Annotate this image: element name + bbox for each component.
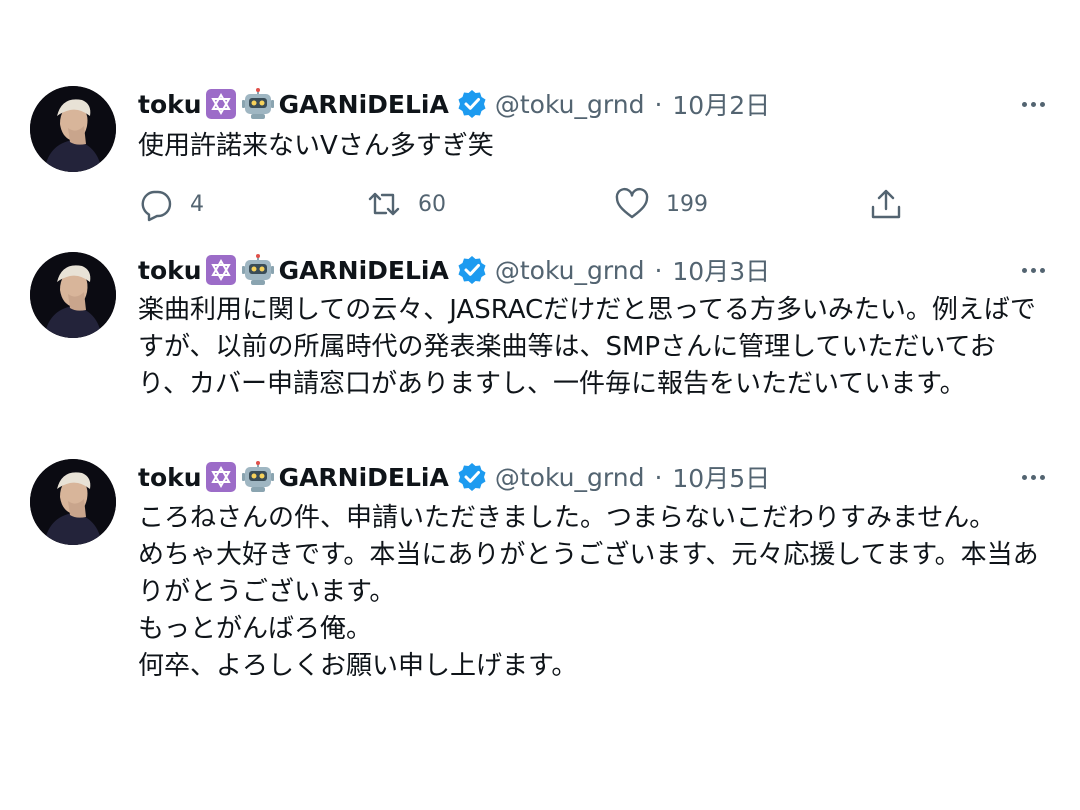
avatar[interactable] (30, 86, 116, 172)
avatar[interactable] (30, 252, 116, 338)
share-button[interactable] (868, 184, 920, 224)
robot-icon (241, 254, 275, 286)
more-options-icon[interactable] (1016, 253, 1050, 287)
tweet-header: toku GARNiDELiA @toku_grnd · 10月2日 (138, 84, 770, 124)
tweet-date[interactable]: 10月2日 (672, 86, 770, 122)
tweet-date[interactable]: 10月3日 (672, 252, 770, 288)
author-brand[interactable]: GARNiDELiA (279, 256, 449, 285)
like-count: 199 (666, 191, 708, 217)
author-handle[interactable]: @toku_grnd (495, 463, 645, 492)
author-handle[interactable]: @toku_grnd (495, 256, 645, 285)
star-of-david-icon (205, 89, 236, 119)
retweet-button[interactable]: 60 (366, 184, 446, 224)
verified-badge-icon (457, 255, 487, 285)
share-icon (871, 189, 901, 219)
retweet-count: 60 (418, 191, 446, 217)
separator: · (654, 255, 663, 285)
author-name[interactable]: toku (138, 256, 202, 285)
author-handle[interactable]: @toku_grnd (495, 90, 645, 119)
avatar-image (30, 252, 116, 338)
author-name[interactable]: toku (138, 90, 202, 119)
tweet-text: 使用許諾来ないVさん多すぎ笑 (138, 131, 494, 161)
reply-count: 4 (190, 191, 204, 217)
avatar-image (30, 86, 116, 172)
reply-button[interactable]: 4 (138, 184, 204, 224)
star-of-david-icon (205, 462, 236, 492)
separator: · (654, 462, 663, 492)
avatar-image (30, 459, 116, 545)
author-brand[interactable]: GARNiDELiA (279, 90, 449, 119)
more-options-icon[interactable] (1016, 460, 1050, 494)
author-brand[interactable]: GARNiDELiA (279, 463, 449, 492)
author-name[interactable]: toku (138, 463, 202, 492)
robot-icon (241, 88, 275, 120)
heart-icon (615, 187, 649, 219)
more-options-icon[interactable] (1016, 87, 1050, 121)
tweet-header: toku GARNiDELiA @toku_grnd · 10月5日 (138, 457, 770, 497)
robot-icon (241, 461, 275, 493)
avatar[interactable] (30, 459, 116, 545)
tweet-text: 楽曲利用に関しての云々、JASRACだけだと思ってる方多いみたい。例えばですが、… (138, 295, 1036, 399)
reply-icon (141, 190, 172, 222)
tweet-header: toku GARNiDELiA @toku_grnd · 10月3日 (138, 250, 770, 290)
verified-badge-icon (457, 462, 487, 492)
tweet-text: ころねさんの件、申請いただきました。つまらないこだわりすみません。 めちゃ大好き… (138, 503, 1039, 681)
like-button[interactable]: 199 (614, 184, 708, 224)
retweet-icon (368, 192, 400, 216)
star-of-david-icon (205, 255, 236, 285)
tweet-date[interactable]: 10月5日 (672, 459, 770, 495)
verified-badge-icon (457, 89, 487, 119)
tweet-actions: 4 60 199 (138, 184, 918, 224)
separator: · (654, 89, 663, 119)
